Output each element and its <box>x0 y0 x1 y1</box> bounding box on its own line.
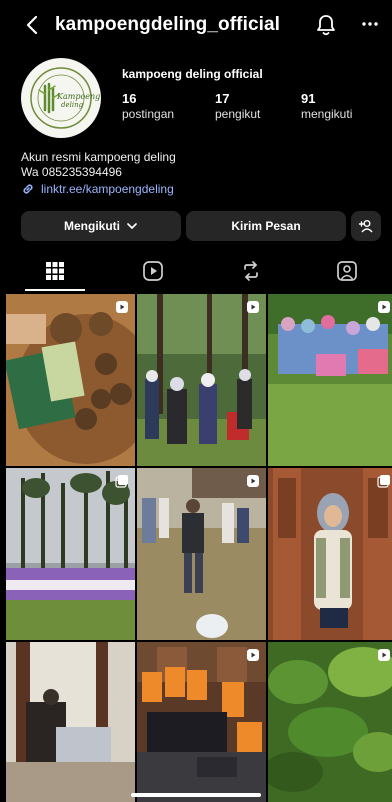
send-message-button[interactable]: Kirim Pesan <box>186 211 346 241</box>
grid-icon <box>45 261 65 281</box>
top-bar: kampoengdeling_official <box>0 0 392 52</box>
following-button-label: Mengikuti <box>64 219 120 233</box>
avatar-logo-text-top: Kampoeng <box>56 92 100 101</box>
stat-following-label: mengikuti <box>301 107 353 121</box>
display-name: kampoeng deling official <box>122 67 263 81</box>
tab-posts-grid[interactable] <box>6 251 104 291</box>
post-thumbnail[interactable] <box>6 468 135 640</box>
bio-line: Wa 085235394496 <box>21 165 122 179</box>
send-message-button-label: Kirim Pesan <box>231 219 301 233</box>
profile-link[interactable]: linktr.ee/kampoengdeling <box>21 182 174 196</box>
stat-following[interactable]: 91 mengikuti <box>301 91 381 122</box>
tab-reels[interactable] <box>104 251 202 291</box>
add-user-icon <box>358 218 374 234</box>
reel-icon <box>377 648 391 662</box>
reel-icon <box>246 648 260 662</box>
link-icon <box>21 182 35 196</box>
post-thumbnail[interactable] <box>268 642 392 802</box>
post-thumbnail[interactable] <box>268 468 392 640</box>
chevron-left-icon[interactable] <box>22 14 44 36</box>
post-thumbnail[interactable] <box>6 642 135 802</box>
stat-followers[interactable]: 17 pengikut <box>215 91 295 122</box>
post-thumbnail[interactable] <box>6 294 135 466</box>
post-thumbnail[interactable] <box>137 294 266 466</box>
reel-icon <box>246 474 260 488</box>
profile-tabs <box>0 251 392 291</box>
reel-icon <box>115 300 129 314</box>
home-indicator[interactable] <box>131 793 261 797</box>
carousel-icon <box>115 474 129 488</box>
stat-posts-label: postingan <box>122 107 175 121</box>
posts-grid <box>6 294 392 802</box>
carousel-icon <box>377 474 391 488</box>
bio: Akun resmi kampoeng deling Wa 0852353944… <box>21 150 176 180</box>
chevron-down-icon <box>126 220 138 232</box>
tab-reposts[interactable] <box>202 251 300 291</box>
stat-followers-label: pengikut <box>215 107 261 121</box>
following-button[interactable]: Mengikuti <box>21 211 181 241</box>
tagged-icon <box>336 260 358 282</box>
bio-line: Akun resmi kampoeng deling <box>21 150 176 164</box>
add-user-button[interactable] <box>351 211 381 241</box>
post-thumbnail[interactable] <box>137 642 266 802</box>
stat-posts[interactable]: 16 postingan <box>122 91 202 122</box>
tab-tagged[interactable] <box>298 251 392 291</box>
post-thumbnail[interactable] <box>137 468 266 640</box>
profile-link-text: linktr.ee/kampoengdeling <box>41 182 174 196</box>
stat-followers-value: 17 <box>215 91 230 106</box>
reels-icon <box>142 260 164 282</box>
stat-following-value: 91 <box>301 91 316 106</box>
avatar[interactable]: Kampoeng deling <box>21 58 101 138</box>
avatar-logo-text-bottom: deling <box>61 101 84 109</box>
repost-icon <box>240 260 262 282</box>
stat-posts-value: 16 <box>122 91 137 106</box>
active-tab-indicator <box>25 289 85 291</box>
post-thumbnail[interactable] <box>268 294 392 466</box>
bell-icon[interactable] <box>315 13 337 37</box>
reel-icon <box>246 300 260 314</box>
reel-icon <box>377 300 391 314</box>
profile-username: kampoengdeling_official <box>55 14 281 35</box>
more-dots-icon[interactable] <box>360 14 380 34</box>
